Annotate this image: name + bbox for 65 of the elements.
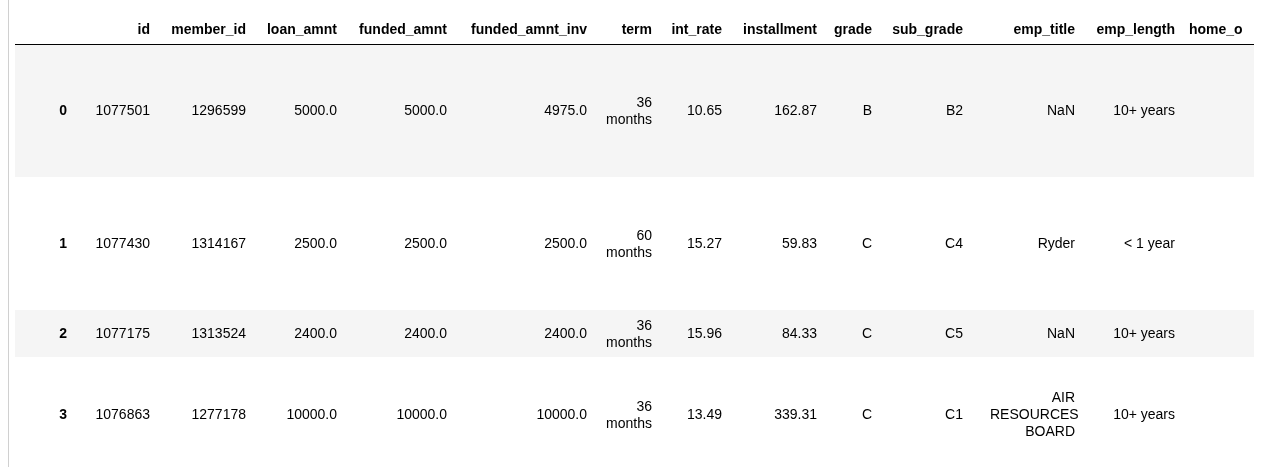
table-cell: 162.87 bbox=[774, 102, 817, 119]
table-cell: 15.27 bbox=[686, 235, 722, 252]
table-cell: 10+ years bbox=[1113, 325, 1175, 342]
column-header: id bbox=[74, 0, 157, 44]
table-cell: 36 months bbox=[606, 316, 652, 350]
table-cell: 5000.0 bbox=[294, 102, 337, 119]
table-cell: 1296599 bbox=[191, 102, 246, 119]
table-cell: 10+ years bbox=[1113, 102, 1175, 119]
row-index: 0 bbox=[15, 44, 74, 177]
column-header: emp_title bbox=[970, 0, 1082, 44]
table-cell: B2 bbox=[945, 102, 963, 119]
column-header: term bbox=[594, 0, 659, 44]
table-cell: AIR RESOURCES BOARD bbox=[990, 389, 1079, 439]
table-cell: Ryder bbox=[1037, 235, 1075, 252]
table-cell: 84.33 bbox=[781, 325, 817, 342]
table-cell: C bbox=[861, 406, 872, 423]
table-cell: 2400.0 bbox=[404, 325, 447, 342]
table-cell: < 1 year bbox=[1124, 235, 1175, 252]
row-index: 2 bbox=[15, 310, 74, 357]
table-cell: 10000.0 bbox=[536, 406, 587, 423]
column-header: emp_length bbox=[1082, 0, 1182, 44]
row-index: 3 bbox=[15, 357, 74, 467]
table-cell: 2500.0 bbox=[544, 235, 587, 252]
table-cell: 2400.0 bbox=[294, 325, 337, 342]
table-cell: C5 bbox=[945, 325, 963, 342]
table-cell: 59.83 bbox=[781, 235, 817, 252]
table-cell: 1313524 bbox=[191, 325, 246, 342]
table-cell: 1077430 bbox=[95, 235, 150, 252]
table-cell: NaN bbox=[1047, 102, 1075, 119]
column-header: home_o bbox=[1182, 0, 1254, 44]
table-cell: NaN bbox=[1047, 325, 1075, 342]
table-cell: 15.96 bbox=[686, 325, 722, 342]
row-index: 1 bbox=[15, 177, 74, 310]
table-cell: 10000.0 bbox=[396, 406, 447, 423]
table-cell: 1077501 bbox=[95, 102, 150, 119]
table-cell: 2500.0 bbox=[404, 235, 447, 252]
table-cell: 339.31 bbox=[774, 406, 817, 423]
table-cell: 1277178 bbox=[191, 406, 246, 423]
table-cell: 2400.0 bbox=[544, 325, 587, 342]
column-header: installment bbox=[729, 0, 824, 44]
column-header: sub_grade bbox=[879, 0, 970, 44]
table-cell: C bbox=[861, 235, 872, 252]
table-cell: 2500.0 bbox=[294, 235, 337, 252]
column-header: funded_amnt bbox=[344, 0, 454, 44]
table-cell: 10000.0 bbox=[286, 406, 337, 423]
column-header: funded_amnt_inv bbox=[454, 0, 594, 44]
table-cell: C bbox=[861, 325, 872, 342]
column-header: int_rate bbox=[659, 0, 729, 44]
table-cell: C4 bbox=[945, 235, 963, 252]
column-header: member_id bbox=[157, 0, 253, 44]
table-cell: 60 months bbox=[606, 226, 652, 260]
table-cell: 13.49 bbox=[686, 406, 722, 423]
table-cell: 36 months bbox=[606, 397, 652, 431]
table-cell: 36 months bbox=[606, 93, 652, 127]
column-header: grade bbox=[824, 0, 879, 44]
table-cell: 1076863 bbox=[95, 406, 150, 423]
table-cell: 1314167 bbox=[191, 235, 246, 252]
table-cell: 1077175 bbox=[95, 325, 150, 342]
table-cell: 5000.0 bbox=[404, 102, 447, 119]
table-cell: C1 bbox=[945, 406, 963, 423]
column-header: loan_amnt bbox=[253, 0, 344, 44]
table-cell: B bbox=[862, 102, 872, 119]
table-cell: 4975.0 bbox=[544, 102, 587, 119]
table-cell: 10.65 bbox=[686, 102, 722, 119]
table-cell: 10+ years bbox=[1113, 406, 1175, 423]
